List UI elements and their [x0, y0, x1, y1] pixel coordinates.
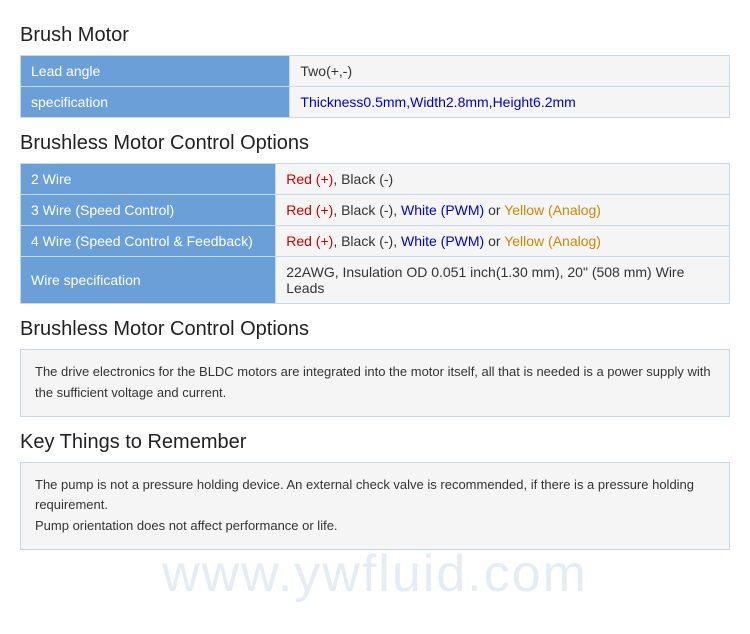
yellow-text: Yellow (Analog) [504, 233, 601, 249]
wire3-label: 3 Wire (Speed Control) [21, 195, 276, 226]
wire3-value: Red (+), Black (-), White (PWM) or Yello… [276, 195, 730, 226]
key-things-box: The pump is not a pressure holding devic… [20, 462, 730, 550]
red-text: Red (+) [286, 202, 333, 218]
table-row: 2 Wire Red (+), Black (-) [21, 164, 730, 195]
key-things-line2: Pump orientation does not affect perform… [35, 516, 715, 537]
black-text: Black (-) [341, 171, 393, 187]
wire-spec-value: 22AWG, Insulation OD 0.051 inch(1.30 mm)… [276, 257, 730, 304]
brushless-desc-title: Brushless Motor Control Options [20, 318, 730, 341]
wire4-label: 4 Wire (Speed Control & Feedback) [21, 226, 276, 257]
brushless-options-table: 2 Wire Red (+), Black (-) 3 Wire (Speed … [20, 163, 730, 304]
brushless-description-text: The drive electronics for the BLDC motor… [35, 364, 711, 400]
red-text: Red (+) [286, 233, 333, 249]
table-row: specification Thickness0.5mm,Width2.8mm,… [21, 87, 730, 118]
wire2-value: Red (+), Black (-) [276, 164, 730, 195]
table-row: Wire specification 22AWG, Insulation OD … [21, 257, 730, 304]
brush-motor-title: Brush Motor [20, 24, 730, 47]
key-things-line1: The pump is not a pressure holding devic… [35, 475, 715, 517]
wire-spec-label: Wire specification [21, 257, 276, 304]
key-things-title: Key Things to Remember [20, 431, 730, 454]
lead-angle-value: Two(+,-) [290, 56, 730, 87]
table-row: 4 Wire (Speed Control & Feedback) Red (+… [21, 226, 730, 257]
specification-value: Thickness0.5mm,Width2.8mm,Height6.2mm [290, 87, 730, 118]
brushless-options-title: Brushless Motor Control Options [20, 132, 730, 155]
white-text: White (PWM) [401, 202, 484, 218]
table-row: 3 Wire (Speed Control) Red (+), Black (-… [21, 195, 730, 226]
lead-angle-label: Lead angle [21, 56, 290, 87]
yellow-text: Yellow (Analog) [504, 202, 601, 218]
wire2-label: 2 Wire [21, 164, 276, 195]
brush-motor-table: Lead angle Two(+,-) specification Thickn… [20, 55, 730, 118]
white-text: White (PWM) [401, 233, 484, 249]
red-text: Red (+) [286, 171, 333, 187]
table-row: Lead angle Two(+,-) [21, 56, 730, 87]
brushless-description-box: The drive electronics for the BLDC motor… [20, 349, 730, 417]
wire4-value: Red (+), Black (-), White (PWM) or Yello… [276, 226, 730, 257]
specification-label: specification [21, 87, 290, 118]
